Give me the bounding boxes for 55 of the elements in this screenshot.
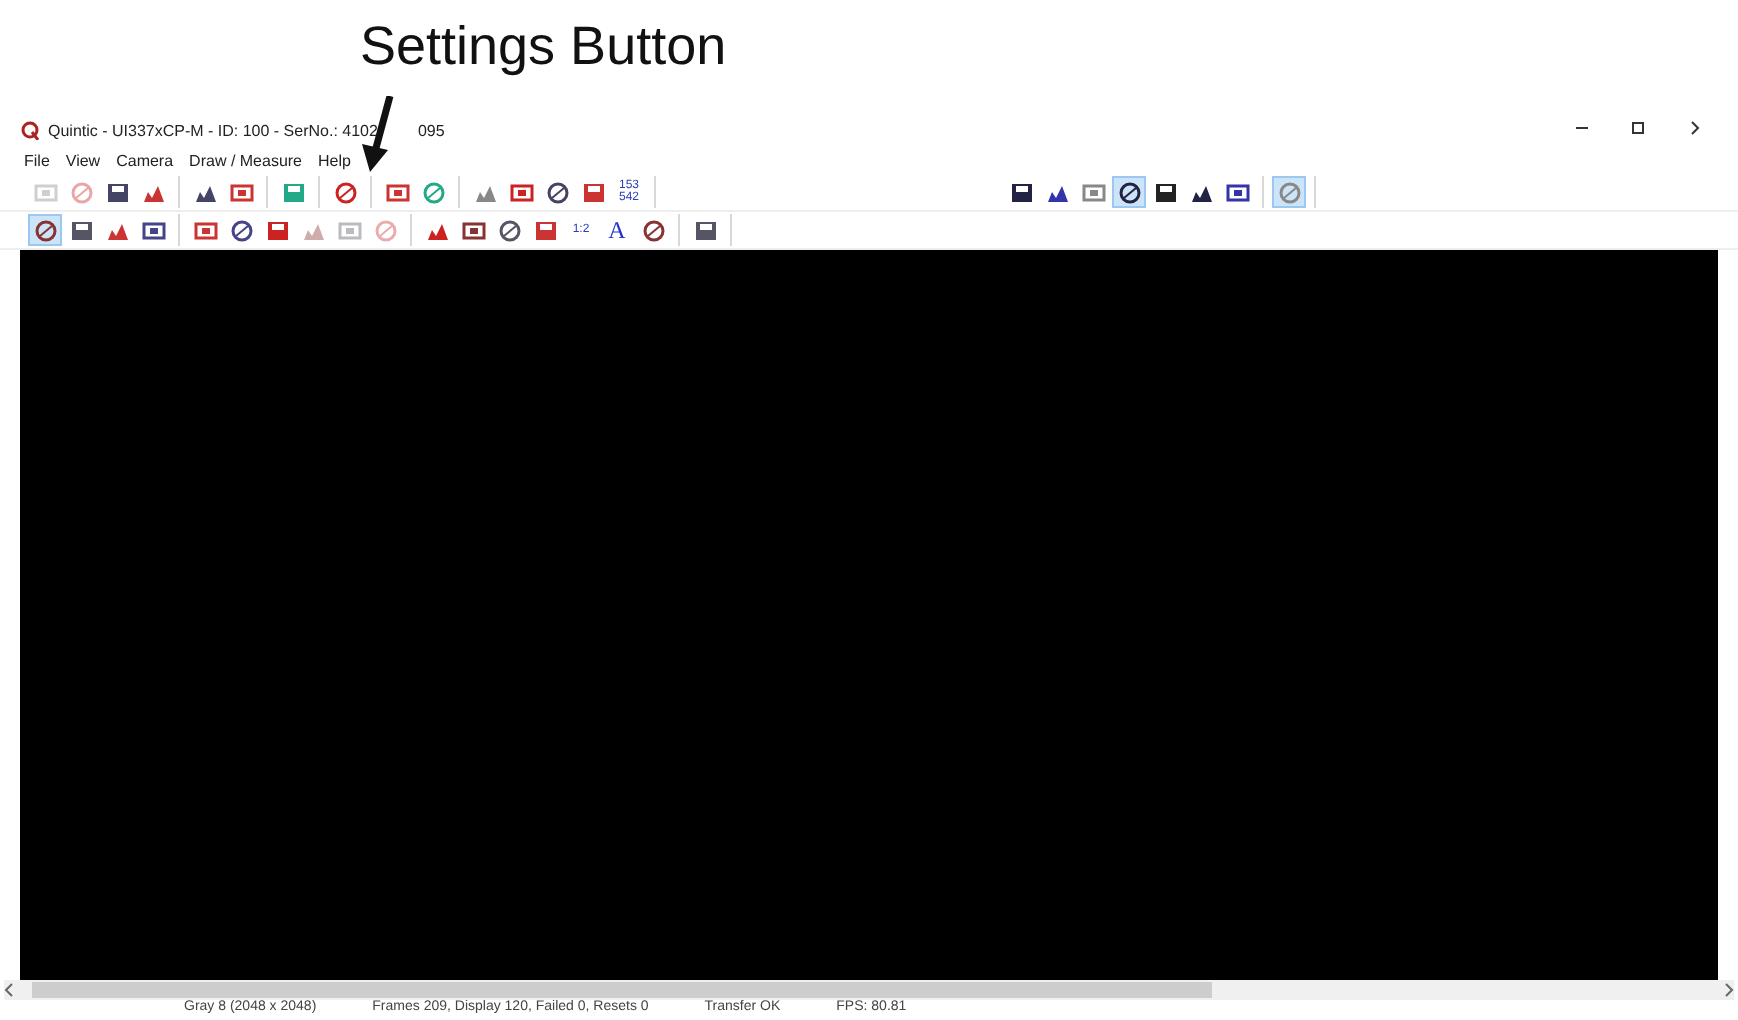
tool-icon <box>33 181 57 203</box>
tool-icon <box>193 181 217 203</box>
tool-icon <box>1081 181 1105 203</box>
window-title: Quintic - UI337xCP-M - ID: 100 - SerNo.: 4102 <box>48 121 378 139</box>
tool-icon <box>497 219 521 241</box>
tool-icon <box>545 181 569 203</box>
tool-icon <box>641 219 665 241</box>
tool-icon <box>1189 181 1213 203</box>
tool-icon <box>229 219 253 241</box>
tool-icon <box>105 219 129 241</box>
tool-icon <box>33 219 57 241</box>
toolbar-button[interactable]: A <box>600 214 634 246</box>
tool-icon <box>333 181 357 203</box>
tool-icon <box>373 219 397 241</box>
scroll-left-icon[interactable] <box>4 982 16 998</box>
app-logo-icon <box>20 120 40 140</box>
annotation-label: Settings Button <box>360 16 727 78</box>
tool-icon <box>1045 181 1069 203</box>
menu-item[interactable]: Camera <box>116 152 174 170</box>
scroll-right-icon[interactable] <box>1722 982 1734 998</box>
tool-icon <box>1009 181 1033 203</box>
toolbar-button[interactable] <box>28 214 62 246</box>
tool-icon <box>141 219 165 241</box>
tool-icon <box>509 181 533 203</box>
tool-icon <box>69 219 93 241</box>
tool-icon <box>193 219 217 241</box>
tool-icon <box>301 219 325 241</box>
tool-icon <box>473 181 497 203</box>
window-title: 095 <box>417 121 445 139</box>
tool-icon <box>1225 181 1249 203</box>
tool-icon <box>281 181 305 203</box>
tool-icon <box>1153 181 1177 203</box>
tool-icon <box>141 181 165 203</box>
tool-icon <box>581 181 605 203</box>
tool-icon <box>1117 181 1141 203</box>
tool-icon <box>265 219 289 241</box>
maximize-icon <box>1630 120 1646 136</box>
toolbar-button[interactable] <box>1112 176 1146 208</box>
menu-item[interactable]: Help <box>318 152 351 170</box>
tool-icon <box>229 181 253 203</box>
tool-icon <box>461 219 485 241</box>
tool-icon <box>385 181 409 203</box>
tool-icon <box>425 219 449 241</box>
menu-item[interactable]: Draw / Measure <box>189 152 303 170</box>
menu-item[interactable]: View <box>65 152 101 170</box>
chevron-right-icon <box>1686 120 1702 136</box>
tool-icon <box>533 219 557 241</box>
tool-icon <box>105 181 129 203</box>
tool-icon <box>69 181 93 203</box>
tool-icon <box>693 219 717 241</box>
menu-item[interactable]: File <box>24 152 50 170</box>
horizontal-scrollbar[interactable] <box>4 980 1734 1000</box>
tool-icon <box>1277 181 1301 203</box>
tool-icon <box>337 219 361 241</box>
tool-icon <box>421 181 445 203</box>
